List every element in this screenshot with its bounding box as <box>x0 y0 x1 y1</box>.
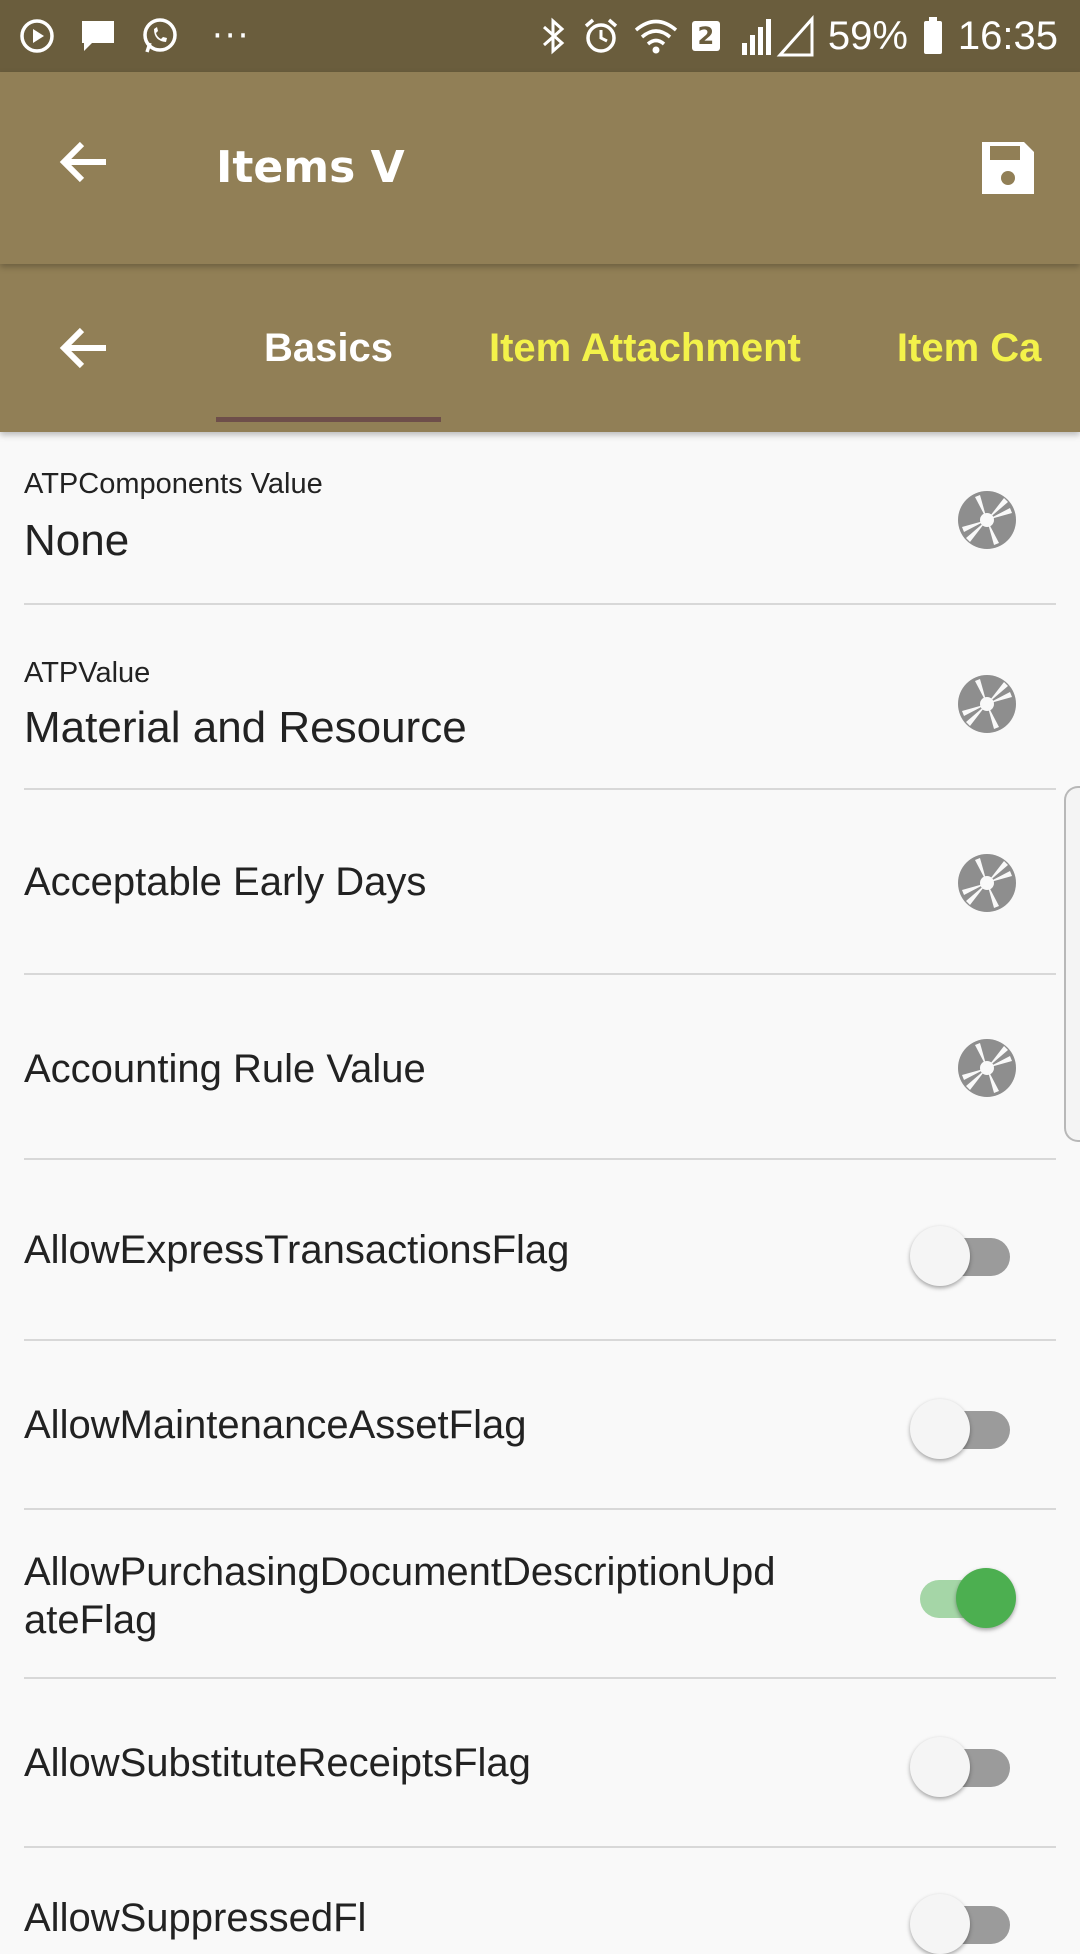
toggle-knob <box>956 1568 1016 1628</box>
tab-item-ca[interactable]: Item Ca <box>849 264 1080 432</box>
aperture-icon[interactable] <box>956 673 1018 735</box>
tab-label: Basics <box>264 325 393 370</box>
substitute-receipts-toggle[interactable] <box>910 1729 1014 1797</box>
field-label: AllowPurchasingDocumentDescriptionUpd at… <box>24 1548 775 1644</box>
field-label: Accounting Rule Value <box>24 1047 426 1091</box>
field-caption: ATPValue <box>24 657 151 689</box>
aperture-icon[interactable] <box>956 1037 1018 1099</box>
more-notifications: ··· <box>212 16 251 56</box>
purchasing-description-update-toggle[interactable] <box>910 1560 1016 1628</box>
floppy-disk-icon[interactable] <box>978 138 1038 198</box>
list-item[interactable]: Accounting Rule Value <box>0 975 1080 1160</box>
field-caption: ATPComponents Value <box>24 468 323 500</box>
field-label: AllowMaintenanceAssetFlag <box>24 1403 527 1447</box>
tab-item-attachment[interactable]: Item Attachment <box>441 264 849 432</box>
list-item[interactable]: Acceptable Early Days <box>0 790 1080 975</box>
list-item: AllowSuppressedFl <box>0 1848 1080 1954</box>
tab-label: Item Attachment <box>488 325 801 370</box>
list-item[interactable]: ATPValue Material and Resource <box>0 605 1080 790</box>
field-label-line1: AllowPurchasingDocumentDescriptionUpd <box>24 1550 776 1594</box>
aperture-icon[interactable] <box>956 489 1018 551</box>
field-label: AllowExpressTransactionsFlag <box>24 1228 570 1272</box>
tab-back-arrow-icon[interactable] <box>54 318 114 378</box>
field-list: ATPComponents Value None ATPValue Materi… <box>0 432 1080 1954</box>
tab-indicator <box>216 417 441 422</box>
tab-label: Item Ca <box>896 325 1042 370</box>
play-circle-icon <box>18 17 56 55</box>
status-bar: ··· 2 59% 16:35 <box>0 0 1080 72</box>
scroll-handle[interactable] <box>1064 786 1080 1142</box>
app-bar: Items V <box>0 72 1080 264</box>
sim-badge: 2 <box>691 21 720 51</box>
list-item: AllowMaintenanceAssetFlag <box>0 1341 1080 1510</box>
toggle-knob <box>910 1399 970 1459</box>
field-label: AllowSuppressedFl <box>24 1896 367 1940</box>
whatsapp-icon <box>140 16 180 56</box>
battery-icon <box>922 16 944 56</box>
battery-percent: 59% <box>827 13 908 58</box>
toggle-knob <box>910 1737 970 1797</box>
toggle-knob <box>910 1226 970 1286</box>
tab-bar: Basics Item Attachment Item Ca <box>0 264 1080 432</box>
clock: 16:35 <box>957 13 1058 58</box>
arrow-left-icon[interactable] <box>54 132 114 192</box>
field-label: AllowSubstituteReceiptsFlag <box>24 1741 531 1785</box>
field-label-line2: ateFlag <box>24 1598 158 1642</box>
bluetooth-icon <box>538 16 568 56</box>
message-icon <box>78 17 118 55</box>
aperture-icon[interactable] <box>956 852 1018 914</box>
list-item: AllowSubstituteReceiptsFlag <box>0 1679 1080 1848</box>
field-value: None <box>24 516 130 565</box>
field-value: Material and Resource <box>24 703 467 752</box>
field-label: Acceptable Early Days <box>24 860 427 904</box>
tab-basics[interactable]: Basics <box>216 264 441 432</box>
express-transactions-toggle[interactable] <box>910 1218 1014 1286</box>
signal-icon <box>734 15 814 57</box>
toggle-knob <box>910 1894 970 1954</box>
list-item[interactable]: ATPComponents Value None <box>0 432 1080 605</box>
alarm-icon <box>582 16 620 56</box>
maintenance-asset-toggle[interactable] <box>910 1391 1014 1459</box>
list-item: AllowExpressTransactionsFlag <box>0 1160 1080 1341</box>
list-item: AllowPurchasingDocumentDescriptionUpd at… <box>0 1510 1080 1679</box>
suppressed-toggle[interactable] <box>910 1886 1014 1954</box>
tabs: Basics Item Attachment Item Ca <box>216 264 1080 432</box>
page-title: Items V <box>216 142 405 193</box>
wifi-icon <box>634 17 678 55</box>
